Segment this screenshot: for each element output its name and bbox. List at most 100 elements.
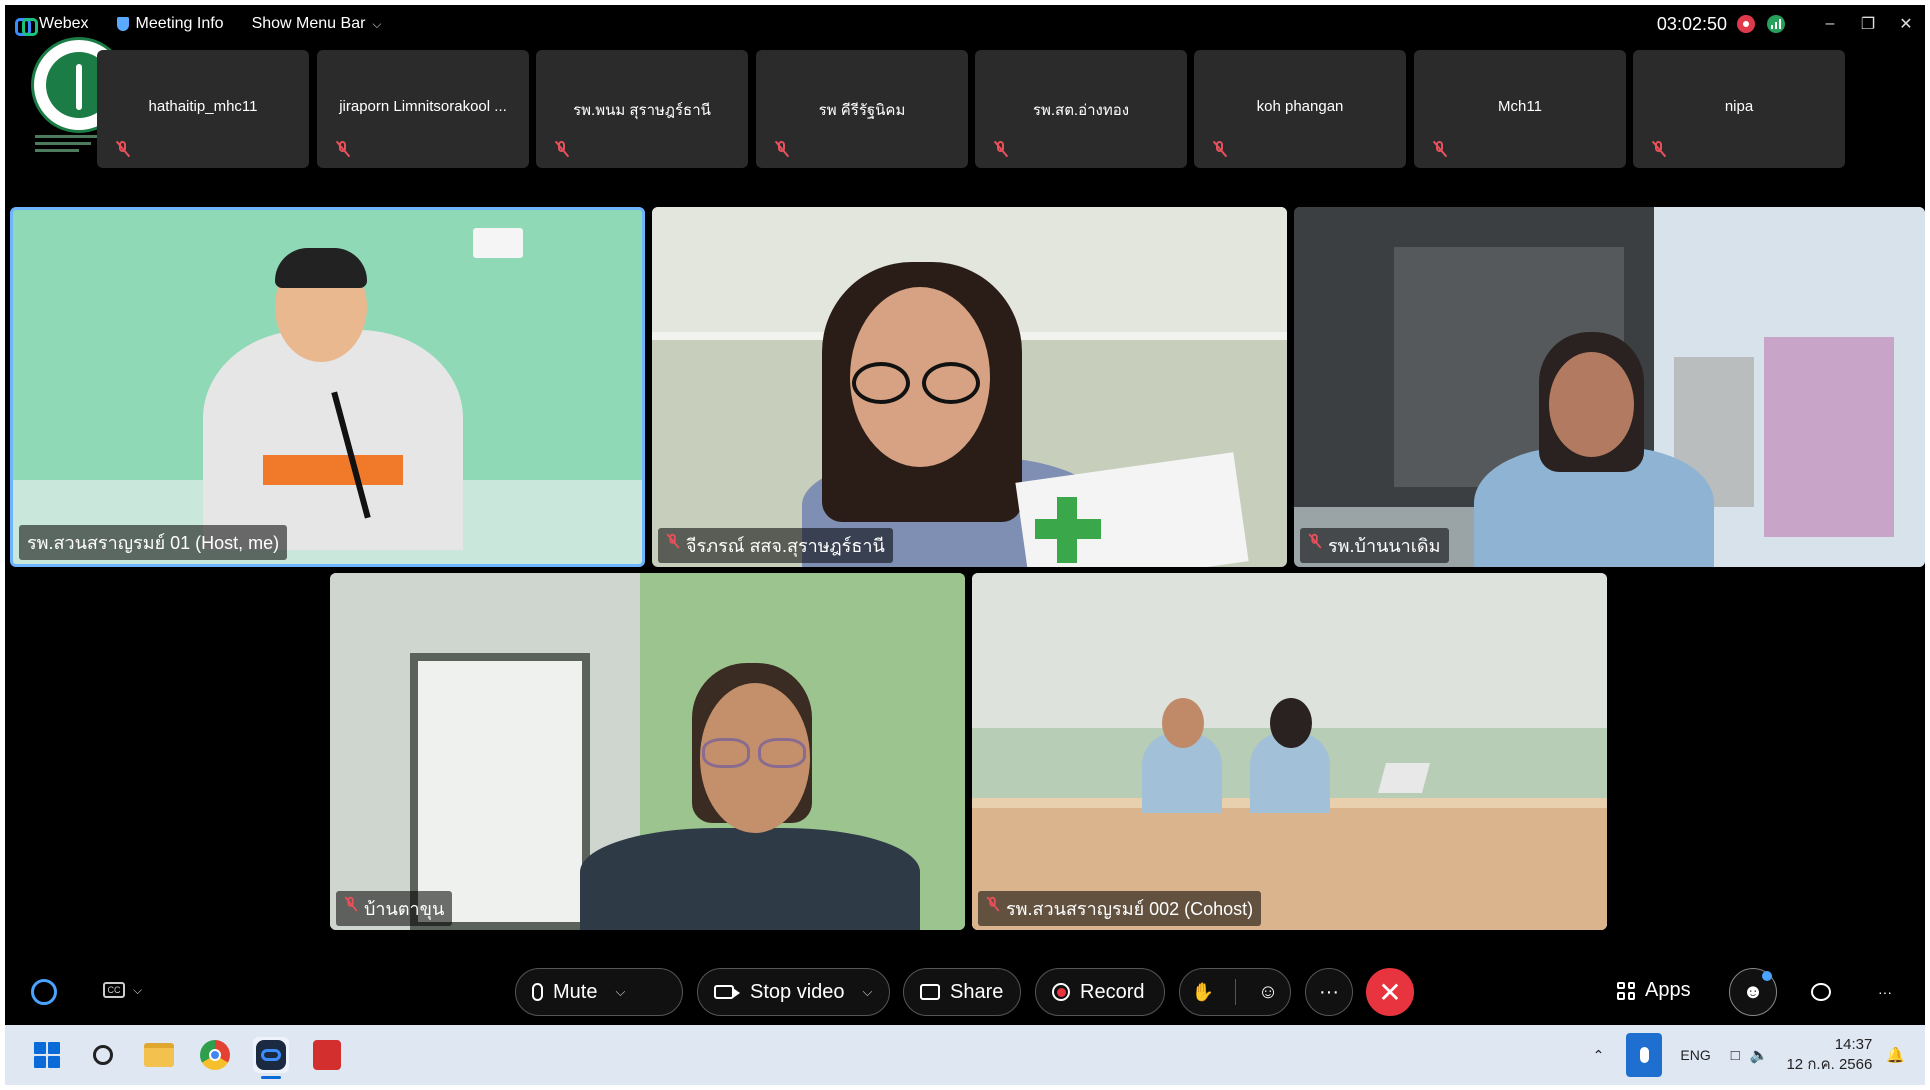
- app-logo: Webex: [15, 15, 89, 36]
- closed-captions-icon: CC: [103, 982, 125, 998]
- minimize-icon[interactable]: –: [1811, 15, 1849, 33]
- show-menu-bar-label: Show Menu Bar: [251, 15, 366, 32]
- participant-tile[interactable]: รพ.สต.อ่างทอง: [975, 50, 1187, 168]
- video-name-label: จีรภรณ์ สสจ.สุราษฎร์ธานี: [658, 528, 893, 563]
- start-button[interactable]: [29, 1037, 65, 1073]
- video-name: รพ.สวนสราญรมย์ 002 (Cohost): [1006, 899, 1254, 919]
- webex-taskbar-button[interactable]: [253, 1037, 289, 1079]
- record-icon: [1052, 983, 1070, 1001]
- video-name: บ้านตาขุน: [364, 899, 445, 919]
- chevron-down-icon: ⌵: [133, 982, 143, 997]
- microphone-in-use-icon[interactable]: [1626, 1033, 1663, 1077]
- participant-name: jiraporn Limnitsorakool ...: [339, 98, 507, 115]
- video-name-label: รพ.บ้านนาเดิม: [1300, 528, 1449, 563]
- stop-video-button[interactable]: Stop video ⌵: [697, 968, 890, 1016]
- record-button[interactable]: Record: [1035, 968, 1165, 1016]
- participant-name: koh phangan: [1256, 98, 1344, 115]
- participant-tile[interactable]: jiraporn Limnitsorakool ...: [317, 50, 529, 168]
- chat-button[interactable]: [1797, 968, 1845, 1016]
- chrome-button[interactable]: [197, 1037, 233, 1073]
- participants-button[interactable]: ☻: [1729, 968, 1777, 1016]
- participant-tile[interactable]: รพ.พนม สุราษฎร์ธานี: [536, 50, 748, 168]
- chevron-up-icon[interactable]: ⌃: [1593, 1047, 1605, 1064]
- chrome-icon: [200, 1040, 230, 1070]
- close-icon: ✕: [1378, 976, 1402, 1008]
- apps-grid-icon: [1617, 981, 1635, 1000]
- clock-date: 12 ก.ค. 2566: [1786, 1056, 1873, 1073]
- meeting-controls: CC ⌵ Mute ⌵ Stop video ⌵ Share Record ✋ …: [5, 957, 1925, 1025]
- speaker-icon[interactable]: 🔈: [1750, 1046, 1769, 1064]
- mic-muted-icon: [1432, 140, 1448, 158]
- participant-tile[interactable]: koh phangan: [1194, 50, 1406, 168]
- video-name-label: รพ.สวนสราญรมย์ 002 (Cohost): [978, 891, 1262, 926]
- chat-bubble-icon: [1811, 983, 1831, 1001]
- network-stats-icon[interactable]: [1767, 15, 1785, 33]
- title-bar-right: 03:02:50 – ❐ ✕: [1657, 5, 1925, 43]
- video-name-label: รพ.สวนสราญรมย์ 01 (Host, me): [19, 525, 288, 560]
- close-icon[interactable]: ✕: [1887, 14, 1925, 34]
- participant-name: รพ.สต.อ่างทอง: [1032, 102, 1130, 119]
- windows-logo-icon: [34, 1042, 60, 1068]
- webex-window: Webex Meeting Info Show Menu Bar ⌵ 03:02…: [5, 5, 1925, 1025]
- show-menu-bar-button[interactable]: Show Menu Bar ⌵: [252, 15, 382, 33]
- network-icon[interactable]: □: [1731, 1047, 1740, 1064]
- end-call-button[interactable]: ✕: [1366, 968, 1414, 1016]
- language-indicator[interactable]: ENG: [1680, 1047, 1710, 1063]
- search-button[interactable]: [85, 1037, 121, 1073]
- participant-tile[interactable]: nipa: [1633, 50, 1845, 168]
- webex-assistant-icon[interactable]: [31, 979, 57, 1005]
- more-options-button[interactable]: ···: [1305, 968, 1353, 1016]
- participant-tile[interactable]: รพ คีรีรัฐนิคม: [756, 50, 968, 168]
- restore-icon[interactable]: ❐: [1849, 14, 1887, 34]
- system-tray: ⌃ ENG □ 🔈 14:37 12 ก.ค. 2566 🔔: [1593, 1025, 1925, 1085]
- share-button[interactable]: Share: [903, 968, 1021, 1016]
- mic-muted-icon: [335, 140, 351, 158]
- participant-name: hathaitip_mhc11: [148, 98, 258, 115]
- acrobat-button[interactable]: [309, 1037, 345, 1073]
- mute-label: Mute: [553, 980, 598, 1003]
- notifications-icon[interactable]: 🔔: [1886, 1046, 1905, 1064]
- more-icon: ···: [1878, 984, 1892, 1000]
- more-panels-button[interactable]: ···: [1861, 968, 1909, 1016]
- mic-muted-icon: [554, 140, 570, 158]
- microphone-icon: [532, 983, 543, 1001]
- video-tile[interactable]: บ้านตาขุน: [330, 573, 965, 930]
- participant-tile[interactable]: Mch11: [1414, 50, 1626, 168]
- shield-icon: [116, 17, 129, 31]
- emoji-reaction-icon[interactable]: ☺: [1258, 981, 1278, 1004]
- video-tile[interactable]: จีรภรณ์ สสจ.สุราษฎร์ธานี: [652, 207, 1287, 567]
- record-label: Record: [1080, 980, 1145, 1003]
- mic-muted-icon: [986, 896, 1000, 912]
- apps-button[interactable]: Apps: [1617, 979, 1691, 1002]
- video-tile[interactable]: รพ.สวนสราญรมย์ 002 (Cohost): [972, 573, 1607, 930]
- notification-dot-icon: [1762, 971, 1772, 981]
- participant-name: Mch11: [1498, 98, 1542, 115]
- video-camera-icon: [714, 985, 740, 999]
- webex-icon: [256, 1040, 286, 1070]
- video-tile-host[interactable]: รพ.สวนสราญรมย์ 01 (Host, me): [10, 207, 645, 567]
- mic-muted-icon: [1651, 140, 1667, 158]
- mute-button[interactable]: Mute ⌵: [515, 968, 683, 1016]
- captions-button[interactable]: CC ⌵: [103, 982, 142, 998]
- video-tile[interactable]: รพ.บ้านนาเดิม: [1294, 207, 1925, 567]
- meeting-timer: 03:02:50: [1656, 13, 1727, 34]
- chevron-down-icon[interactable]: ⌵: [863, 984, 873, 1000]
- video-name-label: บ้านตาขุน: [336, 891, 453, 926]
- video-name: รพ.สวนสราญรมย์ 01 (Host, me): [27, 533, 280, 553]
- webex-icon: [15, 17, 38, 36]
- participants-icon: ☻: [1742, 980, 1764, 1003]
- recording-indicator-icon[interactable]: [1737, 15, 1755, 33]
- clock-time: 14:37: [1834, 1036, 1873, 1053]
- mic-muted-icon: [993, 140, 1009, 158]
- clock[interactable]: 14:37 12 ก.ค. 2566: [1786, 1035, 1872, 1075]
- mic-muted-icon: [115, 140, 131, 158]
- file-explorer-button[interactable]: [141, 1037, 177, 1073]
- share-screen-icon: [920, 984, 940, 1000]
- raise-hand-icon[interactable]: ✋: [1192, 982, 1214, 1003]
- participant-tile[interactable]: hathaitip_mhc11: [97, 50, 309, 168]
- folder-icon: [144, 1043, 174, 1067]
- share-label: Share: [950, 980, 1004, 1003]
- chevron-down-icon[interactable]: ⌵: [615, 984, 625, 1000]
- mic-muted-icon: [1308, 533, 1322, 549]
- meeting-info-button[interactable]: Meeting Info: [116, 15, 224, 33]
